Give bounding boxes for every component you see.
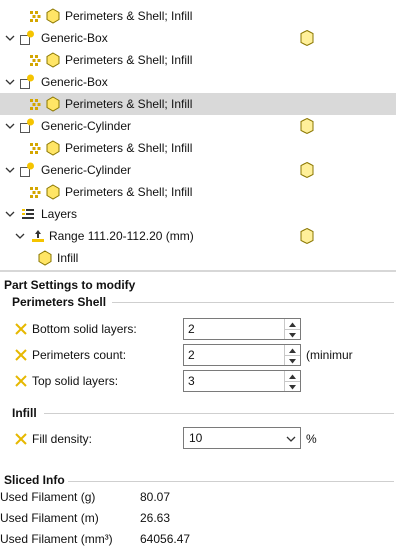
tree-row-settings[interactable]: Perimeters & Shell; Infill: [0, 181, 396, 203]
infill-hexagon-icon: [45, 51, 61, 69]
used-filament-g-label: Used Filament (g): [0, 490, 96, 504]
part-icon: [18, 73, 34, 91]
part-settings-title: Part Settings to modify: [4, 278, 136, 292]
infill-hexagon-icon: [45, 183, 61, 201]
infill-hexagon-icon: [45, 7, 61, 25]
chevron-down-icon[interactable]: [4, 163, 16, 177]
infill-group-title: Infill: [12, 406, 37, 420]
fill-density-combobox[interactable]: 10: [183, 427, 301, 449]
tree-row-settings[interactable]: Perimeters & Shell; Infill: [0, 137, 396, 159]
tree-row-settings[interactable]: Perimeters & Shell; Infill: [0, 5, 396, 27]
tree-row-label: Perimeters & Shell; Infill: [65, 97, 193, 111]
tree-row-label: Perimeters & Shell; Infill: [65, 53, 193, 67]
tree-row-label: Range 111.20-112.20 (mm): [49, 229, 194, 243]
layer-range-icon: [30, 227, 46, 245]
sliced-info-title: Sliced Info: [4, 473, 65, 487]
tree-row-settings-selected[interactable]: Perimeters & Shell; Infill: [0, 93, 396, 115]
tree-row-label: Generic-Cylinder: [41, 119, 132, 133]
spinbox-value: 2: [188, 322, 195, 336]
object-list-tree[interactable]: Perimeters & Shell; Infill Generic-Box P…: [0, 0, 396, 270]
top-solid-layers-label: Top solid layers:: [32, 374, 119, 388]
perimeters-group-title: Perimeters Shell: [12, 295, 107, 309]
spin-down-icon[interactable]: [285, 355, 300, 365]
top-solid-layers-spinbox[interactable]: 3: [183, 370, 301, 392]
tree-row-range[interactable]: Range 111.20-112.20 (mm): [0, 225, 396, 247]
settings-pattern-icon: [28, 95, 44, 113]
fill-density-unit: %: [306, 432, 317, 446]
used-filament-m-value: 26.63: [140, 511, 171, 525]
chevron-down-icon[interactable]: [4, 75, 16, 89]
perimeters-count-label: Perimeters count:: [32, 348, 127, 362]
panel-divider: [0, 270, 396, 272]
group-separator: [68, 481, 394, 482]
spinbox-value: 2: [188, 348, 195, 362]
combobox-value: 10: [189, 431, 203, 445]
tree-row-label: Perimeters & Shell; Infill: [65, 185, 193, 199]
tree-row-settings[interactable]: Perimeters & Shell; Infill: [0, 49, 396, 71]
settings-pattern-icon: [28, 139, 44, 157]
editing-gear-icon[interactable]: [299, 227, 315, 245]
part-icon: [18, 161, 34, 179]
spin-down-icon[interactable]: [285, 329, 300, 339]
part-icon: [18, 29, 34, 47]
layers-icon: [20, 205, 36, 223]
tree-row-object[interactable]: Generic-Box: [0, 27, 396, 49]
tree-row-object[interactable]: Generic-Cylinder: [0, 159, 396, 181]
tree-row-label: Generic-Cylinder: [41, 163, 132, 177]
settings-pattern-icon: [28, 51, 44, 69]
perimeters-sidetext: (minimur: [306, 348, 353, 362]
reset-x-icon[interactable]: [14, 322, 28, 336]
group-separator: [44, 413, 394, 414]
reset-x-icon[interactable]: [14, 374, 28, 388]
perimeters-count-spinbox[interactable]: 2: [183, 344, 301, 366]
settings-pattern-icon: [28, 183, 44, 201]
bottom-solid-layers-spinbox[interactable]: 2: [183, 318, 301, 340]
chevron-down-icon[interactable]: [286, 433, 296, 443]
editing-gear-icon[interactable]: [299, 29, 315, 47]
used-filament-mm3-value: 64056.47: [140, 532, 191, 546]
infill-hexagon-icon: [37, 249, 53, 267]
tree-row-object[interactable]: Generic-Box: [0, 71, 396, 93]
used-filament-m-label: Used Filament (m): [0, 511, 99, 525]
editing-gear-icon[interactable]: [299, 161, 315, 179]
part-icon: [18, 117, 34, 135]
tree-row-label: Perimeters & Shell; Infill: [65, 141, 193, 155]
editing-gear-icon[interactable]: [299, 117, 315, 135]
used-filament-mm3-label: Used Filament (mm³): [0, 532, 113, 546]
spin-down-icon[interactable]: [285, 381, 300, 391]
chevron-down-icon[interactable]: [4, 31, 16, 45]
tree-row-object[interactable]: Generic-Cylinder: [0, 115, 396, 137]
tree-row-layers[interactable]: Layers: [0, 203, 396, 225]
infill-hexagon-icon: [45, 95, 61, 113]
tree-row-label: Generic-Box: [41, 75, 108, 89]
reset-x-icon[interactable]: [14, 348, 28, 362]
settings-pattern-icon: [28, 7, 44, 25]
tree-row-label: Perimeters & Shell; Infill: [65, 9, 193, 23]
spinbox-value: 3: [188, 374, 195, 388]
chevron-down-icon[interactable]: [4, 119, 16, 133]
chevron-down-icon[interactable]: [14, 229, 26, 243]
chevron-down-icon[interactable]: [4, 207, 16, 221]
tree-row-infill[interactable]: Infill: [0, 247, 396, 269]
tree-row-label: Layers: [41, 207, 78, 221]
bottom-solid-layers-label: Bottom solid layers:: [32, 322, 137, 336]
fill-density-label: Fill density:: [32, 432, 93, 446]
infill-hexagon-icon: [45, 139, 61, 157]
tree-row-label: Infill: [57, 251, 79, 265]
group-separator: [112, 302, 394, 303]
used-filament-g-value: 80.07: [140, 490, 171, 504]
tree-row-label: Generic-Box: [41, 31, 108, 45]
reset-x-icon[interactable]: [14, 432, 28, 446]
